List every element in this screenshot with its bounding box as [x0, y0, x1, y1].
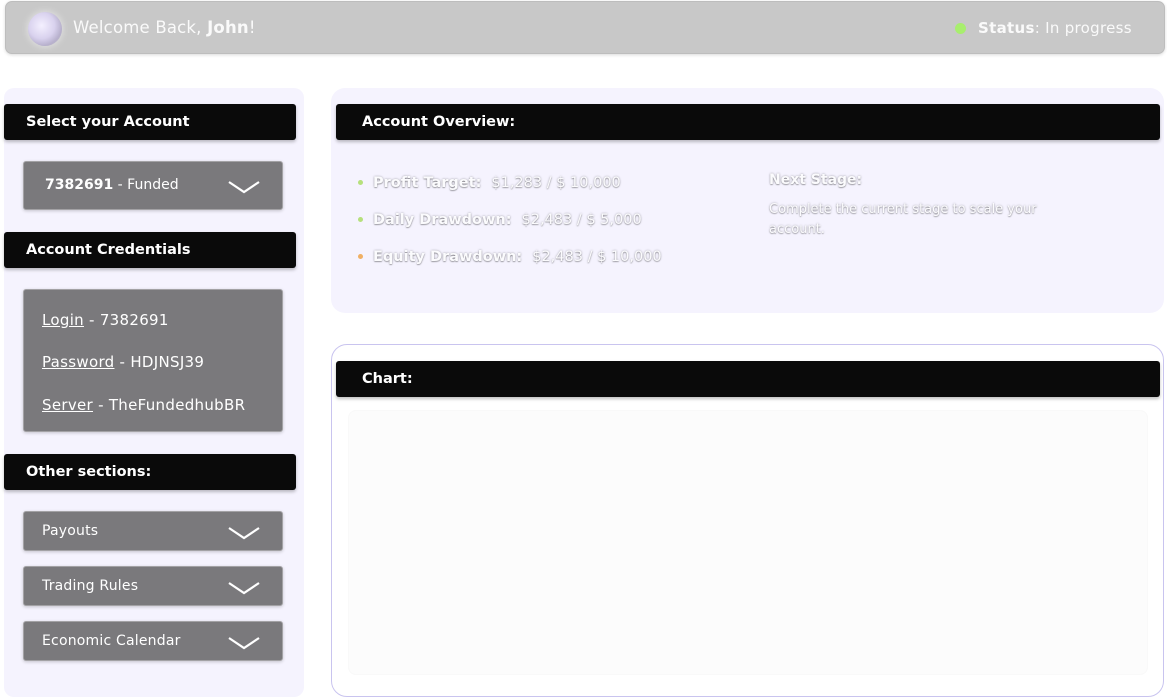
server-label: Server: [42, 396, 93, 414]
credentials-box: Login - 7382691 Password - HDJNSJ39 Serv…: [23, 289, 283, 432]
daily-drawdown-item: Daily Drawdown: $2,483 / $ 5,000: [358, 212, 642, 228]
user-name: John: [207, 18, 249, 37]
bullet-dot-icon: [358, 216, 363, 222]
password-label: Password: [42, 353, 115, 371]
profit-target-value: $1,283 / $ 10,000: [491, 175, 621, 191]
bullet-dot-icon: [358, 179, 363, 185]
credential-login: Login - 7382691: [42, 311, 169, 329]
welcome-prefix: Welcome Back,: [73, 18, 208, 37]
account-type: - Funded: [113, 177, 179, 193]
chevron-down-icon: [228, 582, 260, 595]
equity-drawdown-value: $2,483 / $ 10,000: [532, 249, 662, 265]
login-value: - 7382691: [83, 311, 169, 329]
chevron-down-icon: [228, 527, 260, 540]
welcome-message: Welcome Back, John!: [73, 18, 256, 37]
equity-drawdown-label: Equity Drawdown:: [373, 249, 523, 265]
trading-rules-label: Trading Rules: [42, 578, 139, 594]
credential-password: Password - HDJNSJ39: [42, 353, 204, 371]
top-bar: Welcome Back, John! Status: In progress: [5, 1, 1165, 54]
chart-area: [348, 410, 1148, 675]
account-credentials-heading: Account Credentials: [4, 232, 296, 268]
next-stage-title: Next Stage:: [769, 172, 863, 188]
payouts-dropdown[interactable]: Payouts: [23, 511, 283, 551]
status-dot-icon: [955, 22, 966, 34]
credential-server: Server - TheFundedhubBR: [42, 396, 245, 414]
login-label: Login: [42, 311, 84, 329]
profit-target-label: Profit Target:: [373, 175, 482, 191]
equity-drawdown-item: Equity Drawdown: $2,483 / $ 10,000: [358, 249, 662, 265]
status-text: Status: In progress: [978, 19, 1132, 37]
welcome-suffix: !: [248, 18, 256, 37]
server-value: - TheFundedhubBR: [93, 396, 246, 414]
payouts-label: Payouts: [42, 523, 99, 539]
status-indicator: Status: In progress: [955, 19, 1132, 37]
orb-logo-icon: [28, 12, 62, 46]
economic-calendar-dropdown[interactable]: Economic Calendar: [23, 621, 283, 661]
account-number: 7382691: [45, 177, 114, 193]
chevron-down-icon: [228, 181, 260, 194]
chevron-down-icon: [228, 637, 260, 650]
select-account-heading: Select your Account: [4, 104, 296, 140]
password-value: - HDJNSJ39: [114, 353, 205, 371]
account-select-value: 7382691 - Funded: [45, 177, 179, 193]
profit-target-item: Profit Target: $1,283 / $ 10,000: [358, 175, 621, 191]
trading-rules-dropdown[interactable]: Trading Rules: [23, 566, 283, 606]
bullet-dot-icon: [358, 253, 363, 259]
account-overview-heading: Account Overview:: [336, 104, 1160, 140]
status-label: Status: [978, 19, 1035, 37]
account-select-dropdown[interactable]: 7382691 - Funded: [23, 161, 283, 210]
other-sections-heading: Other sections:: [4, 454, 296, 490]
economic-calendar-label: Economic Calendar: [42, 633, 181, 649]
chart-heading: Chart:: [336, 361, 1160, 397]
next-stage-description: Complete the current stage to scale your…: [769, 202, 1037, 237]
daily-drawdown-value: $2,483 / $ 5,000: [521, 212, 642, 228]
status-value: : In progress: [1034, 19, 1132, 37]
daily-drawdown-label: Daily Drawdown:: [373, 212, 512, 228]
